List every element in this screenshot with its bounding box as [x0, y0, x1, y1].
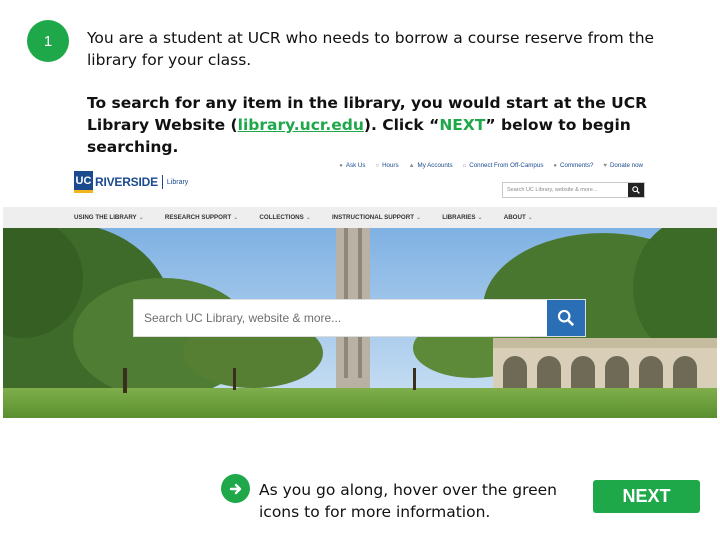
search-icon [557, 309, 575, 327]
util-link-off-campus[interactable]: ⌂ Connect From Off-Campus [463, 162, 544, 169]
chevron-down-icon: ⌄ [416, 214, 422, 221]
user-icon: ▲ [408, 162, 415, 169]
util-link-ask-us[interactable]: ● Ask Us [339, 162, 365, 169]
logo-library-text: Library [166, 178, 189, 186]
step-number-badge: 1 [27, 20, 69, 62]
nav-collections[interactable]: COLLECTIONS ⌄ [259, 214, 311, 221]
util-link-donate[interactable]: ♥ Donate now [603, 162, 643, 169]
chat-icon: ● [339, 162, 343, 169]
util-link-label: My Accounts [417, 162, 453, 169]
hero-search-input[interactable]: Search UC Library, website & more... [134, 300, 547, 336]
chevron-down-icon: ⌄ [233, 214, 239, 221]
util-link-label: Ask Us [345, 162, 366, 169]
logo-uc-mark: UC [74, 171, 93, 193]
arrow-right-icon[interactable] [221, 474, 250, 503]
nav-label: LIBRARIES [442, 214, 476, 221]
step-number: 1 [43, 32, 53, 50]
header-search-button[interactable] [628, 183, 644, 197]
nav-instructional-support[interactable]: INSTRUCTIONAL SUPPORT ⌄ [332, 214, 421, 221]
hint-text: As you go along, hover over the green ic… [259, 481, 558, 521]
heart-icon: ♥ [603, 162, 607, 169]
home-icon: ⌂ [462, 162, 467, 169]
intro-text: You are a student at UCR who needs to bo… [87, 29, 655, 69]
instruction-text: To search for any item in the library, y… [87, 92, 699, 158]
utility-links: ● Ask Us ○ Hours ▲ My Accounts ⌂ Connect Fro… [339, 162, 643, 169]
nav-libraries[interactable]: LIBRARIES ⌄ [442, 214, 483, 221]
search-icon [632, 186, 640, 194]
util-link-comments[interactable]: ● Comments? [553, 162, 593, 169]
nav-label: INSTRUCTIONAL SUPPORT [331, 214, 414, 221]
util-link-label: Hours [382, 162, 399, 169]
next-keyword: NEXT [439, 116, 486, 134]
comment-icon: ● [553, 162, 558, 169]
util-link-label: Donate now [609, 162, 643, 169]
hero-search-bar[interactable]: Search UC Library, website & more... [133, 299, 586, 337]
header-search-input[interactable]: Search UC Library, website & more... [503, 183, 628, 197]
chevron-down-icon: ⌄ [477, 214, 483, 221]
nav-label: COLLECTIONS [259, 214, 304, 221]
nav-about[interactable]: ABOUT ⌄ [504, 214, 533, 221]
instruction-part2: ). Click “ [363, 116, 440, 134]
util-link-my-accounts[interactable]: ▲ My Accounts [409, 162, 453, 169]
library-website-screenshot: UC RIVERSIDE Library ● Ask Us ○ Hours ▲ My … [3, 155, 717, 420]
chevron-down-icon: ⌄ [305, 214, 311, 221]
nav-label: RESEARCH SUPPORT [164, 214, 232, 221]
ucr-library-logo[interactable]: UC RIVERSIDE Library [74, 171, 188, 193]
logo-riverside-text: RIVERSIDE [95, 175, 158, 189]
hero-banner: Search UC Library, website & more... [3, 228, 717, 418]
util-link-label: Connect From Off-Campus [469, 162, 544, 169]
nav-research-support[interactable]: RESEARCH SUPPORT ⌄ [165, 214, 239, 221]
chevron-down-icon: ⌄ [138, 214, 144, 221]
nav-using-the-library[interactable]: USING THE LIBRARY ⌄ [74, 214, 144, 221]
next-button[interactable]: NEXT [593, 480, 700, 513]
util-link-label: Comments? [560, 162, 594, 169]
nav-label: ABOUT [503, 214, 526, 221]
chevron-down-icon: ⌄ [527, 214, 533, 221]
nav-label: USING THE LIBRARY [74, 214, 137, 221]
util-link-hours[interactable]: ○ Hours [375, 162, 398, 169]
clock-icon: ○ [375, 162, 380, 169]
main-nav: USING THE LIBRARY ⌄ RESEARCH SUPPORT ⌄ COL… [3, 207, 717, 228]
hero-search-button[interactable] [547, 300, 585, 336]
header-search[interactable]: Search UC Library, website & more... [502, 182, 645, 198]
arrow-right-glyph [229, 483, 241, 494]
library-website-link[interactable]: library.ucr.edu [238, 116, 364, 134]
logo-divider [161, 175, 163, 189]
